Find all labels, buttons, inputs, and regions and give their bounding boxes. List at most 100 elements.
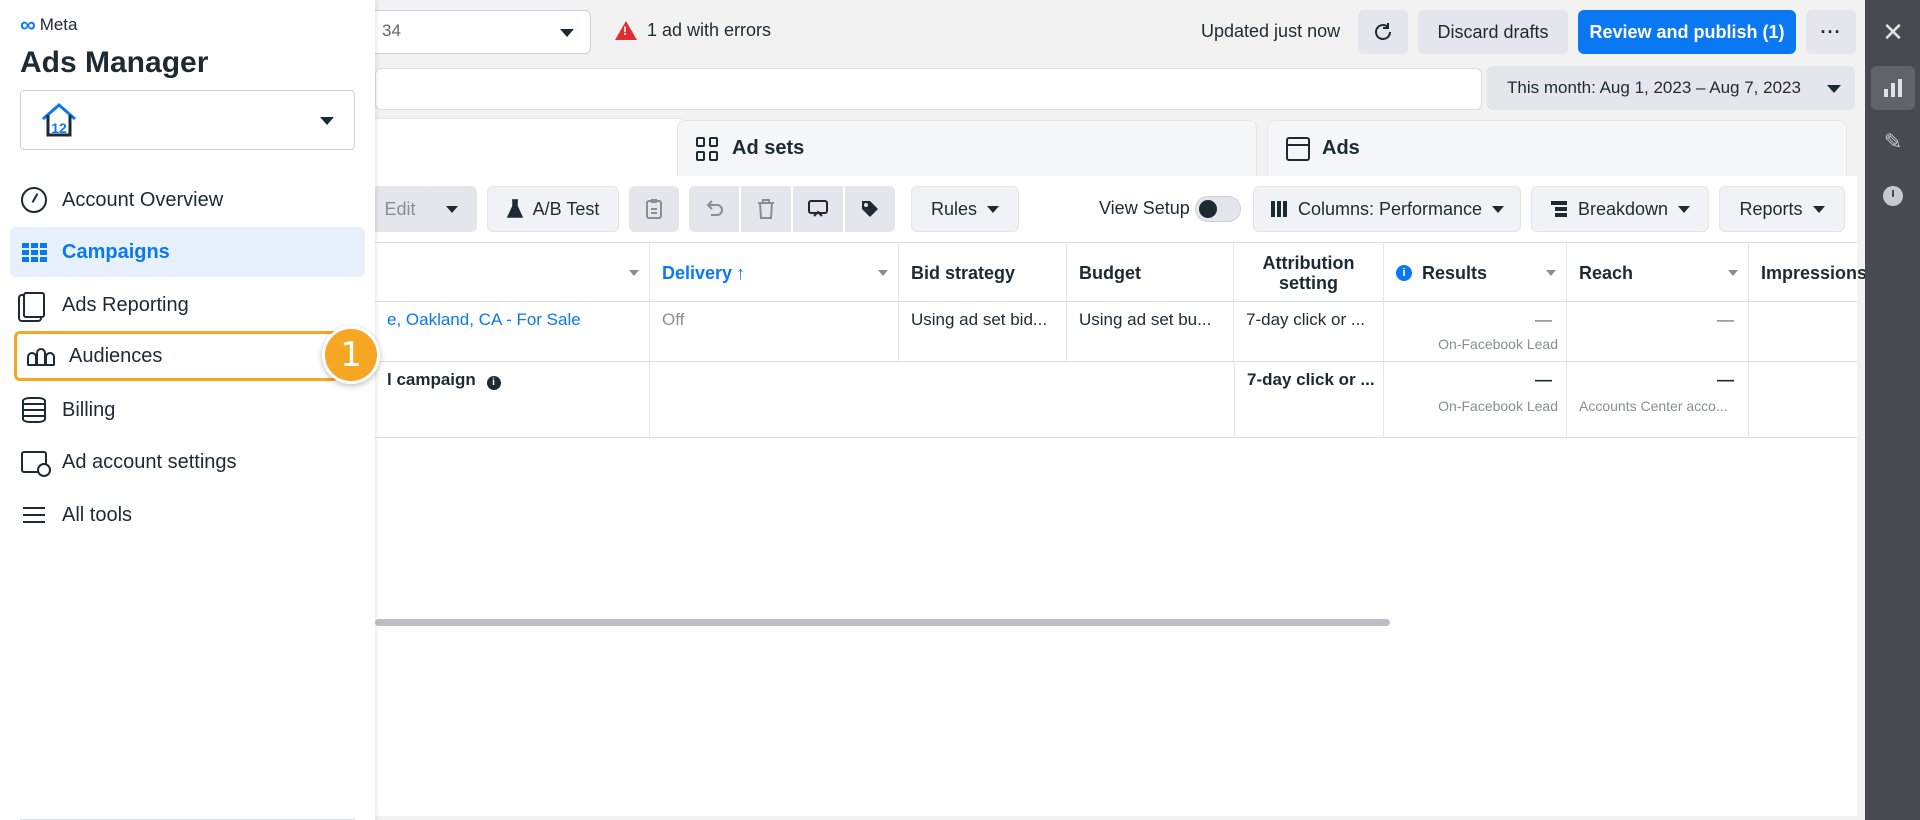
rules-button[interactable]: Rules — [911, 186, 1019, 232]
totals-attribution-cell: 7-day click or ... — [1234, 362, 1384, 437]
tab-ads-label: Ads — [1322, 137, 1360, 159]
edit-dropdown-button[interactable] — [427, 186, 477, 232]
undo-button[interactable] — [689, 186, 739, 232]
chevron-down-icon — [1812, 205, 1825, 213]
sidebar-item-audiences[interactable]: Audiences — [14, 331, 339, 381]
sort-icon — [1728, 270, 1738, 276]
reports-button[interactable]: Reports — [1719, 186, 1845, 232]
main-area: 34 1 ad with errors Updated just now Dis… — [375, 0, 1865, 820]
chevron-down-icon — [987, 205, 1000, 213]
totals-reach-cell: — Accounts Center acco... — [1567, 362, 1749, 437]
edit-button-label: Edit — [384, 198, 416, 219]
ab-test-button[interactable]: A/B Test — [487, 186, 619, 232]
tab-ads[interactable]: Ads — [1267, 120, 1847, 176]
arrow-up-icon: ↑ — [736, 262, 746, 283]
view-setup-toggle[interactable] — [1195, 196, 1241, 222]
totals-results-value: — — [1535, 370, 1552, 389]
more-options-button[interactable]: ··· — [1806, 10, 1856, 54]
sort-icon — [878, 270, 888, 276]
date-range-picker[interactable]: This month: Aug 1, 2023 – Aug 7, 2023 — [1487, 66, 1855, 110]
discard-drafts-button[interactable]: Discard drafts — [1418, 10, 1568, 54]
error-text: 1 ad with errors — [647, 20, 772, 40]
campaign-name-link[interactable]: e, Oakland, CA - For Sale — [375, 302, 650, 361]
duplicate-button[interactable] — [629, 186, 679, 232]
totals-results-subtext: On-Facebook Lead — [1438, 398, 1558, 414]
delivery-cell: Off — [650, 302, 899, 361]
sidebar-menu: ∞ Meta Ads Manager 12 Account Overview C… — [0, 0, 380, 820]
pencil-icon[interactable]: ✎ — [1871, 120, 1915, 164]
chevron-down-icon — [1827, 85, 1841, 93]
close-icon[interactable]: ✕ — [1871, 10, 1915, 54]
breakdown-button[interactable]: Breakdown — [1531, 186, 1709, 232]
sidebar-item-label: Audiences — [69, 344, 163, 367]
right-rail: ✕ ✎ — [1865, 0, 1920, 820]
column-header-impressions[interactable]: Impressions — [1749, 243, 1865, 303]
column-header-budget[interactable]: Budget — [1067, 243, 1234, 303]
reach-cell: — — [1567, 302, 1749, 361]
info-icon[interactable]: i — [1396, 265, 1412, 281]
bid-strategy-cell: Using ad set bid... — [899, 302, 1067, 361]
refresh-button[interactable] — [1358, 10, 1408, 54]
sidebar-item-account-overview[interactable]: Account Overview — [10, 175, 365, 225]
view-setup-label: View Setup — [1099, 198, 1190, 218]
column-header-delivery[interactable]: Delivery ↑ — [650, 243, 899, 303]
coins-icon — [20, 396, 48, 424]
attribution-cell: 7-day click or ... — [1234, 302, 1384, 361]
delete-button[interactable] — [741, 186, 791, 232]
reports-label: Reports — [1739, 198, 1803, 219]
sidebar-item-all-tools[interactable]: All tools — [10, 490, 365, 540]
tab-ad-sets-label: Ad sets — [732, 137, 805, 159]
review-publish-button[interactable]: Review and publish (1) — [1578, 10, 1796, 54]
column-header-reach[interactable]: Reach — [1567, 243, 1749, 303]
account-avatar-icon: 12 — [42, 103, 76, 137]
results-value: — — [1535, 310, 1552, 329]
settings-icon — [20, 448, 51, 477]
table-row[interactable]: e, Oakland, CA - For Sale Off Using ad s… — [375, 302, 1857, 362]
sidebar-item-label: Campaigns — [62, 240, 170, 263]
horizontal-scrollbar[interactable] — [375, 619, 1390, 626]
columns-button[interactable]: Columns: Performance — [1253, 186, 1521, 232]
ad-window-icon — [1286, 136, 1310, 161]
attribution-header-label: Attribution setting — [1262, 253, 1355, 293]
column-header-attribution[interactable]: Attribution setting — [1234, 243, 1384, 303]
sort-icon — [629, 270, 639, 276]
column-header-bid-strategy[interactable]: Bid strategy — [899, 243, 1067, 303]
info-icon[interactable]: i — [486, 375, 501, 390]
tab-campaigns[interactable] — [375, 118, 687, 178]
totals-impressions-cell — [1749, 362, 1865, 437]
impressions-header-label: Impressions — [1761, 262, 1865, 283]
export-button[interactable] — [793, 186, 843, 232]
ad-sets-grid-icon — [696, 136, 720, 161]
sidebar-item-ad-account-settings[interactable]: Ad account settings — [10, 437, 365, 487]
svg-text:12: 12 — [51, 120, 67, 136]
column-header-results[interactable]: i Results — [1384, 243, 1567, 303]
campaigns-panel: Edit A/B Test Rules View Setup Columns: … — [375, 176, 1865, 816]
clock-icon[interactable] — [1871, 174, 1915, 218]
gauge-icon — [20, 186, 48, 214]
table-row-totals: l campaign i 7-day click or ... — On-Fac… — [375, 362, 1857, 438]
sidebar-item-label: All tools — [62, 503, 133, 526]
totals-name-cell: l campaign i — [375, 362, 650, 437]
rules-label: Rules — [930, 198, 978, 219]
sidebar-item-ads-reporting[interactable]: Ads Reporting — [10, 280, 365, 330]
chevron-down-icon — [320, 117, 334, 125]
error-notice[interactable]: 1 ad with errors — [615, 20, 771, 41]
bid-strategy-header-label: Bid strategy — [911, 262, 1016, 283]
totals-label: l campaign — [387, 370, 476, 389]
ad-account-selector[interactable]: 12 — [20, 90, 355, 150]
tag-button[interactable] — [845, 186, 895, 232]
edit-button[interactable]: Edit — [375, 186, 435, 232]
account-select[interactable]: 34 — [375, 10, 591, 54]
reach-value: — — [1717, 310, 1734, 329]
search-filter-bar[interactable] — [375, 68, 1482, 110]
sidebar-item-label: Ads Reporting — [62, 293, 189, 316]
tab-ad-sets[interactable]: Ad sets — [677, 120, 1257, 176]
sidebar-item-label: Billing — [62, 398, 116, 421]
chart-icon[interactable] — [1871, 66, 1915, 110]
sidebar-item-campaigns[interactable]: Campaigns — [10, 227, 365, 277]
sidebar-item-billing[interactable]: Billing — [10, 385, 365, 435]
sidebar-item-label: Account Overview — [62, 188, 224, 211]
chevron-down-icon — [446, 205, 458, 213]
column-header-name[interactable] — [375, 243, 650, 303]
columns-label: Columns: Performance — [1297, 198, 1483, 219]
